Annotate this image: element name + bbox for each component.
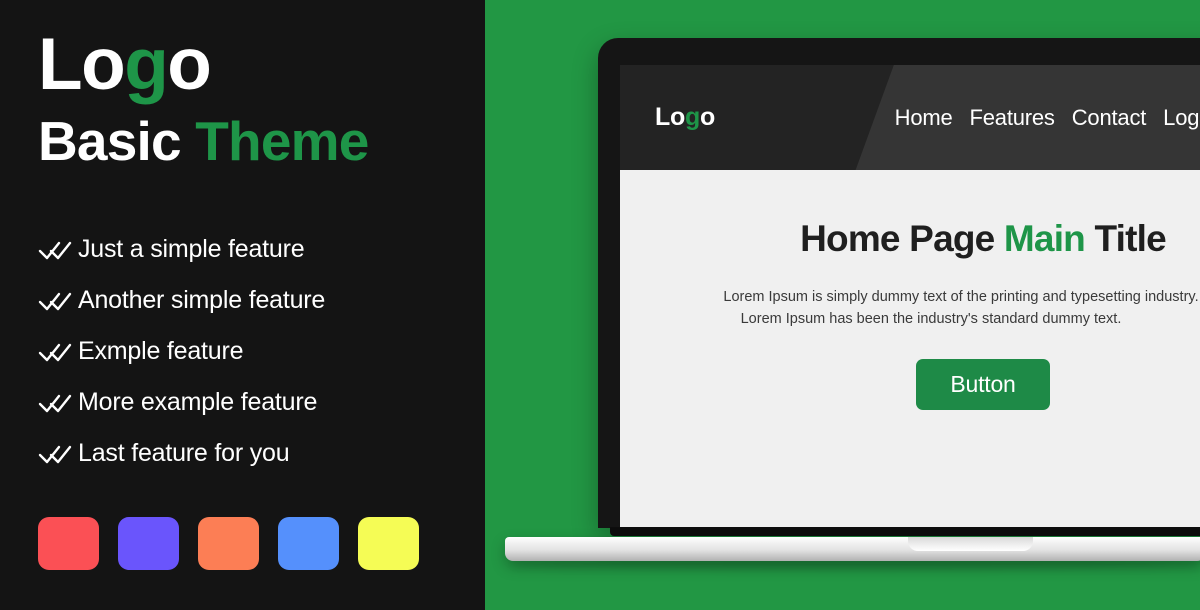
hero-title-part1: Home Page xyxy=(800,218,1004,259)
site-logo-part1: Lo xyxy=(655,103,685,131)
nav-link-contact[interactable]: Contact xyxy=(1072,105,1147,131)
swatch-purple[interactable] xyxy=(118,517,179,570)
laptop-hinge xyxy=(610,527,1200,536)
laptop-base xyxy=(505,537,1200,561)
feature-item: Exmple feature xyxy=(38,326,468,377)
swatch-blue[interactable] xyxy=(278,517,339,570)
feature-label: More example feature xyxy=(78,388,318,416)
brand-logo-part2: o xyxy=(167,24,212,105)
hero-title-accent: Main xyxy=(1003,218,1086,259)
site-logo-accent: g xyxy=(684,103,700,131)
hero-paragraph-line-2: Lorem Ipsum has been the industry's stan… xyxy=(740,311,1122,328)
brand-tagline: Basic Theme xyxy=(38,109,468,173)
color-swatch-row xyxy=(38,517,419,570)
double-check-icon xyxy=(38,291,78,311)
swatch-yellow[interactable] xyxy=(358,517,419,570)
double-check-icon xyxy=(38,393,78,413)
nav-link-features[interactable]: Features xyxy=(970,105,1055,131)
feature-item: Another simple feature xyxy=(38,275,468,326)
feature-label: Just a simple feature xyxy=(78,235,305,263)
feature-item: Last feature for you xyxy=(38,428,468,479)
brand-logo-accent: g xyxy=(124,24,169,105)
double-check-icon xyxy=(38,444,78,464)
feature-item: More example feature xyxy=(38,377,468,428)
feature-item: Just a simple feature xyxy=(38,224,468,275)
hero-cta-button[interactable]: Button xyxy=(916,358,1050,410)
brand-block: Logo Basic Theme xyxy=(38,24,468,173)
feature-label: Exmple feature xyxy=(78,337,244,365)
site-logo-part2: o xyxy=(699,103,715,131)
site-hero: Home Page Main Title Lorem Ipsum is simp… xyxy=(620,170,1200,410)
brand-tagline-part1: Basic xyxy=(38,109,196,172)
laptop-bezel: Logo Home Features Contact Login Home Pa… xyxy=(598,38,1200,528)
hero-paragraph: Lorem Ipsum is simply dummy text of the … xyxy=(706,286,1200,331)
hero-paragraph-line-1: Lorem Ipsum is simply dummy text of the … xyxy=(723,289,1199,305)
brand-logo-part1: Lo xyxy=(38,24,126,105)
site-logo[interactable]: Logo xyxy=(655,103,715,132)
feature-list: Just a simple feature Another simple fea… xyxy=(38,224,468,479)
swatch-red[interactable] xyxy=(38,517,99,570)
laptop-mockup: Logo Home Features Contact Login Home Pa… xyxy=(598,38,1200,538)
hero-title: Home Page Main Title xyxy=(750,218,1200,260)
brand-tagline-accent: Theme xyxy=(195,109,369,172)
nav-link-home[interactable]: Home xyxy=(895,105,953,131)
laptop-screen: Logo Home Features Contact Login Home Pa… xyxy=(620,65,1200,528)
site-navbar: Logo Home Features Contact Login xyxy=(620,65,1200,170)
double-check-icon xyxy=(38,342,78,362)
feature-label: Another simple feature xyxy=(78,286,326,314)
swatch-orange[interactable] xyxy=(198,517,259,570)
nav-link-login[interactable]: Login xyxy=(1163,105,1200,131)
left-dark-panel: Logo Basic Theme Just a simple feature A… xyxy=(0,0,485,610)
laptop-base-notch xyxy=(908,537,1033,551)
feature-label: Last feature for you xyxy=(78,439,290,467)
brand-logo: Logo xyxy=(38,24,468,105)
poster-canvas: Logo Basic Theme Just a simple feature A… xyxy=(0,0,1200,610)
hero-title-part2: Title xyxy=(1085,218,1166,259)
site-nav-links: Home Features Contact Login xyxy=(895,105,1200,131)
double-check-icon xyxy=(38,240,78,260)
